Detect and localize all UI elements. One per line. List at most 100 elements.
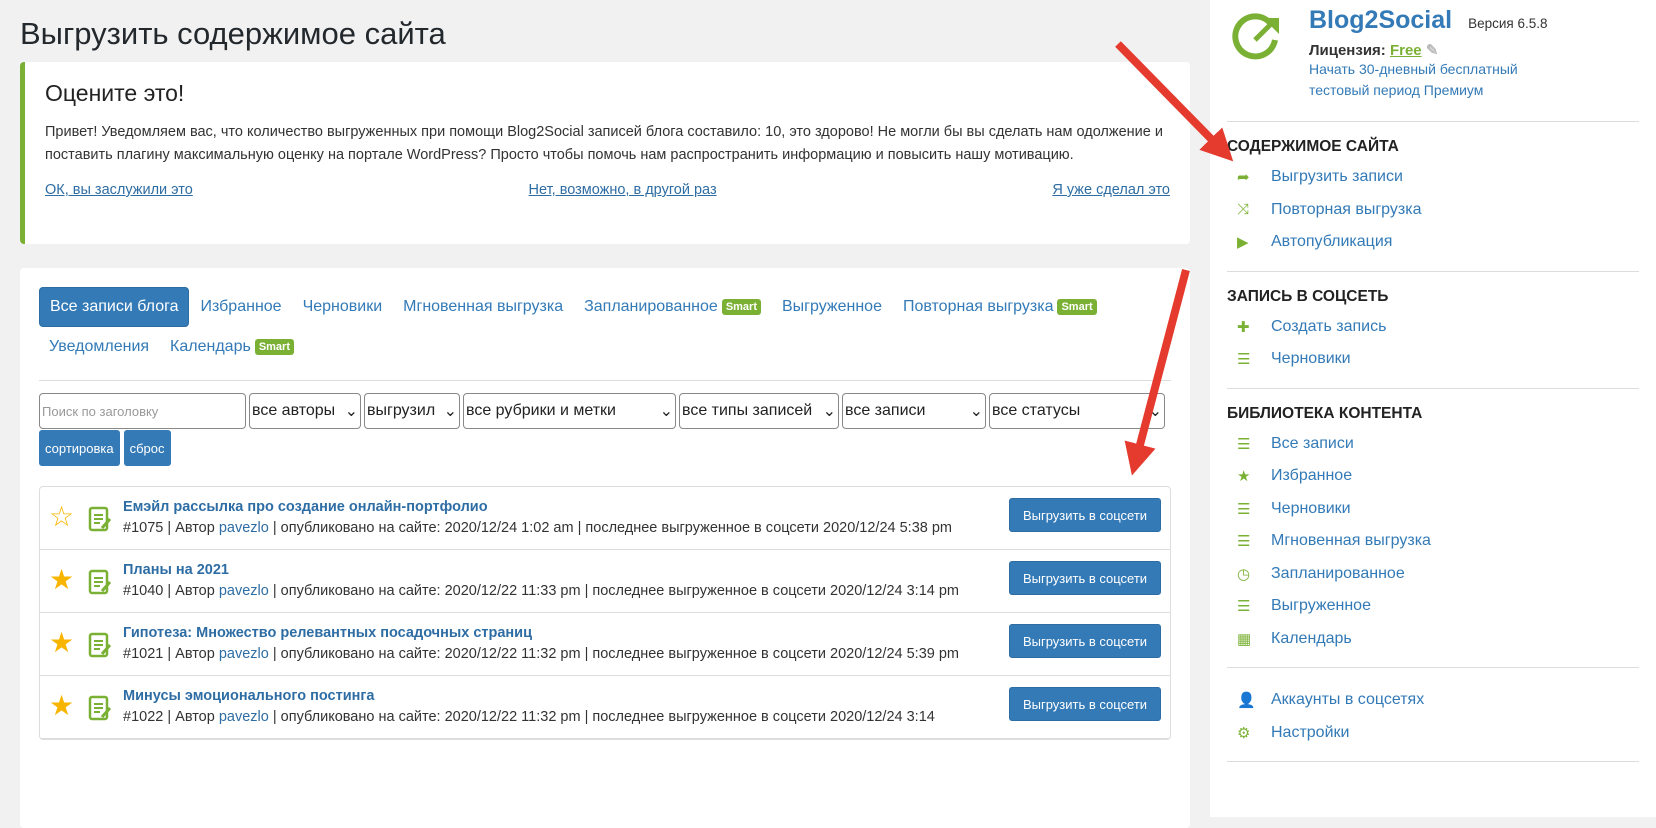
authors-select[interactable]: все авторы ⌄ [249, 393, 361, 429]
post-title[interactable]: Минусы эмоционального постинга [123, 686, 1001, 706]
sidebar-item-label: Автопубликация [1271, 233, 1393, 251]
search-input[interactable]: Поиск по заголовку [39, 393, 246, 429]
sidebar-item-label: Настройки [1271, 723, 1350, 741]
post-row: ☆ Емэйл рассылка про создание онлайн-пор… [40, 487, 1170, 550]
tab-2[interactable]: Черновики [293, 287, 393, 327]
authors-value: все авторы [252, 402, 336, 419]
post-document-icon [88, 506, 112, 532]
premium-trial-link[interactable]: Начать 30-дневный бесплатный тестовый пе… [1309, 59, 1519, 101]
share-to-social-button[interactable]: Выгрузить в соцсети [1009, 687, 1161, 721]
sidebar-item[interactable]: ▶ Автопубликация [1227, 226, 1639, 259]
sidebar-item-label: Черновики [1271, 499, 1351, 517]
sidebar-item[interactable]: ☰ Черновики [1227, 493, 1639, 526]
posts-panel: Все записи блога Избранное Черновики Мгнове… [20, 268, 1190, 828]
post-row: ★ Планы на 2021 #1040 | Автор pavezlo | … [40, 550, 1170, 613]
brand-name: Blog2Social [1309, 6, 1453, 34]
tab-1[interactable]: Избранное [190, 287, 291, 327]
favorite-star-icon[interactable]: ★ [49, 629, 77, 665]
sidebar-item[interactable]: ◷ Запланированное [1227, 558, 1639, 591]
categories-select[interactable]: все рубрики и метки ⌄ [463, 393, 676, 429]
sidebar-section: СОДЕРЖИМОЕ САЙТА ➦ Выгрузить записи ⤨ Повтор… [1227, 122, 1639, 272]
sidebar-item-label: Календарь [1271, 629, 1352, 647]
sidebar-item[interactable]: ★ Избранное [1227, 460, 1639, 493]
statuses-select[interactable]: все статусы ⌄ [989, 393, 1165, 429]
sidebar-item[interactable]: ✚ Создать запись [1227, 311, 1639, 344]
sidebar-section: ЗАПИСЬ В СОЦСЕТЬ ✚ Создать запись ☰ Черновик… [1227, 272, 1639, 389]
statuses-value: все статусы [992, 402, 1081, 419]
share-to-social-button[interactable]: Выгрузить в соцсети [1009, 624, 1161, 658]
tab-6[interactable]: Повторная выгрузка Smart [893, 287, 1107, 327]
post-id: #1021 | Автор [123, 646, 219, 662]
clock-icon: ◷ [1237, 565, 1251, 583]
sidebar-item-label: Выгрузить записи [1271, 168, 1403, 186]
sidebar-item[interactable]: ☰ Черновики [1227, 343, 1639, 376]
tab-bar: Все записи блога Избранное Черновики Мгнове… [39, 287, 1171, 381]
types-select[interactable]: все типы записей ⌄ [679, 393, 839, 429]
post-id: #1022 | Автор [123, 709, 219, 725]
sidebar-item[interactable]: ⤨ Повторная выгрузка [1227, 194, 1639, 227]
sidebar-item[interactable]: 👤 Аккаунты в соцсетях [1227, 684, 1639, 717]
section-title: СОДЕРЖИМОЕ САЙТА [1227, 138, 1399, 155]
post-meta: #1021 | Автор pavezlo | опубликовано на … [123, 643, 1001, 665]
tab-label: Все записи блога [50, 298, 179, 315]
tab-8[interactable]: Календарь Smart [160, 327, 304, 367]
blog2social-logo-icon [1232, 13, 1279, 60]
tab-3[interactable]: Мгновенная выгрузка [393, 287, 573, 327]
sidebar-item[interactable]: ▦ Календарь [1227, 623, 1639, 656]
pencil-icon[interactable]: ✎ [1426, 42, 1439, 59]
author-link[interactable]: pavezlo [219, 709, 269, 725]
rate-later-link[interactable]: Нет, возможно, в другой раз [529, 182, 717, 198]
gear-icon: ⚙ [1237, 724, 1251, 742]
uploaded-by-select[interactable]: выгрузил ⌄ [364, 393, 460, 429]
post-row: ★ Гипотеза: Множество релевантных посадо… [40, 613, 1170, 676]
tab-label: Мгновенная выгрузка [403, 298, 564, 315]
types-value: все типы записей [682, 402, 813, 419]
tab-label: Избранное [200, 298, 282, 315]
tab-4[interactable]: Запланированное Smart [574, 287, 771, 327]
favorite-star-icon[interactable]: ☆ [49, 503, 77, 539]
post-list: ☆ Емэйл рассылка про создание онлайн-пор… [39, 486, 1171, 740]
author-link[interactable]: pavezlo [219, 646, 269, 662]
tab-label: Повторная выгрузка [902, 298, 1054, 315]
sidebar-item[interactable]: ☰ Все записи [1227, 428, 1639, 461]
main-content: Выгрузить содержимое сайта Оцените это! … [20, 0, 1190, 828]
tab-0[interactable]: Все записи блога [39, 287, 190, 327]
favorite-star-icon[interactable]: ★ [49, 566, 77, 602]
page-title: Выгрузить содержимое сайта [20, 16, 446, 51]
sidebar-item-label: Запланированное [1271, 564, 1405, 582]
author-link[interactable]: pavezlo [219, 583, 269, 599]
post-id: #1040 | Автор [123, 583, 219, 599]
version: Версия 6.5.8 [1468, 16, 1548, 31]
rate-ok-link[interactable]: ОК, вы заслужили это [45, 182, 193, 198]
tab-7[interactable]: Уведомления [39, 327, 159, 367]
sidebar-item[interactable]: ➦ Выгрузить записи [1227, 161, 1639, 194]
categories-value: все рубрики и метки [466, 402, 616, 419]
sort-button[interactable]: сортировка [39, 430, 120, 466]
play-icon: ▶ [1237, 234, 1249, 252]
chevron-down-icon: ⌄ [443, 403, 457, 420]
reset-button[interactable]: сброс [123, 430, 171, 466]
post-title[interactable]: Емэйл рассылка про создание онлайн-портф… [123, 497, 1001, 517]
share-to-social-button[interactable]: Выгрузить в соцсети [1009, 498, 1161, 532]
rating-notice: Оцените это! Привет! Уведомляем вас, что… [20, 62, 1190, 244]
license-label: Лицензия: [1309, 42, 1390, 59]
sidebar-item[interactable]: ☰ Выгруженное [1227, 590, 1639, 623]
list-icon: ☰ [1237, 500, 1251, 518]
author-link[interactable]: pavezlo [219, 520, 269, 536]
post-title[interactable]: Гипотеза: Множество релевантных посадочн… [123, 623, 1001, 643]
sidebar-item-label: Аккаунты в соцсетях [1271, 691, 1425, 709]
tab-5[interactable]: Выгруженное [772, 287, 892, 327]
rate-done-link[interactable]: Я уже сделал это [1052, 182, 1170, 198]
sidebar-section: 👤 Аккаунты в соцсетях ⚙ Настройки [1227, 668, 1639, 762]
chevron-down-icon: ⌄ [1148, 403, 1162, 420]
sidebar-item[interactable]: ☰ Мгновенная выгрузка [1227, 525, 1639, 558]
sidebar: Blog2Social Версия 6.5.8 Лицензия: Free ✎… [1210, 0, 1656, 817]
post-title[interactable]: Планы на 2021 [123, 560, 1001, 580]
share-to-social-button[interactable]: Выгрузить в соцсети [1009, 561, 1161, 595]
license-link[interactable]: Free [1390, 42, 1422, 59]
sidebar-item-label: Мгновенная выгрузка [1271, 532, 1431, 550]
sidebar-item[interactable]: ⚙ Настройки [1227, 717, 1639, 750]
posts-select[interactable]: все записи ⌄ [842, 393, 986, 429]
favorite-star-icon[interactable]: ★ [49, 692, 77, 728]
calendar-icon: ▦ [1237, 630, 1252, 648]
